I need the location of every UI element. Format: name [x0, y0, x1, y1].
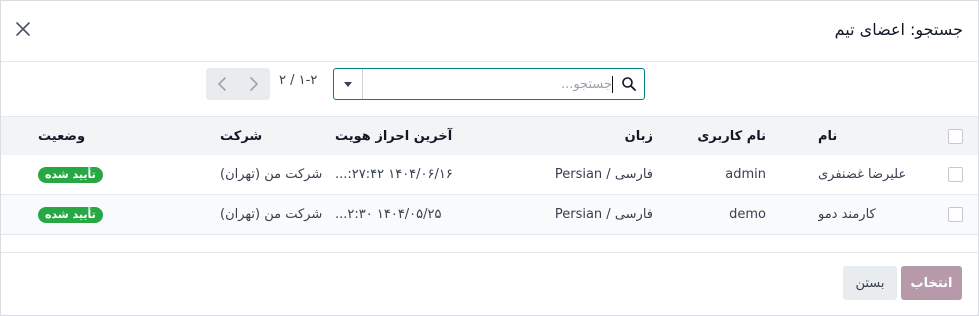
search-input[interactable]: [364, 70, 616, 98]
column-header-status[interactable]: وضعیت: [38, 117, 158, 155]
cell-company: شرکت من (تهران): [220, 167, 323, 182]
close-icon[interactable]: [13, 19, 33, 39]
column-header-last-login[interactable]: آخرین احراز هویت: [335, 117, 475, 155]
search-box: [333, 68, 645, 100]
records-table: نام نام کاربری زبان آخرین احراز هویت شرک…: [1, 116, 978, 253]
table-header: نام نام کاربری زبان آخرین احراز هویت شرک…: [1, 117, 978, 156]
cell-last-login: ۱۴۰۴/۰۶/۱۶ ۲۷:۴۲:...: [335, 155, 475, 194]
cell-language: Persian / فارسی: [554, 167, 653, 182]
row-checkbox[interactable]: [948, 167, 963, 182]
cell-status: تأیید شده: [38, 155, 158, 194]
cell-name: کارمند دمو: [818, 207, 876, 222]
search-options-toggle[interactable]: [334, 69, 363, 99]
cell-name: علیرضا غضنفری: [818, 167, 907, 182]
column-header-language[interactable]: زبان: [503, 117, 653, 155]
dialog-footer: انتخاب بستن: [1, 252, 978, 315]
search-dialog: جستجو: اعضای تیم ۱-۲ / ۲: [0, 0, 979, 316]
table-row[interactable]: کارمند دمو demo Persian / فارسی ۱۴۰۴/۰۵/…: [1, 195, 978, 235]
cell-last-login: ۱۴۰۴/۰۵/۲۵ ۲:۳۰...: [335, 195, 475, 234]
select-all-checkbox[interactable]: [948, 129, 963, 144]
status-badge: تأیید شده: [38, 206, 103, 223]
select-button[interactable]: انتخاب: [901, 266, 962, 300]
cell-username: admin: [725, 167, 766, 182]
row-checkbox[interactable]: [948, 207, 963, 222]
pager-value[interactable]: ۱-۲ / ۲: [279, 73, 317, 88]
pager-buttons: [206, 68, 270, 100]
chevron-left-icon[interactable]: [206, 68, 238, 100]
cell-last-login-text: ۱۴۰۴/۰۵/۲۵ ۲:۳۰...: [335, 207, 442, 222]
search-icon[interactable]: [621, 76, 637, 92]
control-panel: ۱-۲ / ۲: [1, 61, 978, 115]
column-header-username[interactable]: نام کاربری: [646, 117, 766, 155]
chevron-right-icon[interactable]: [238, 68, 270, 100]
column-header-name[interactable]: نام: [818, 117, 938, 155]
cell-company: شرکت من (تهران): [220, 207, 323, 222]
cell-username: demo: [729, 207, 766, 222]
column-header-company[interactable]: شرکت: [220, 117, 340, 155]
cell-language: Persian / فارسی: [554, 207, 653, 222]
table-row[interactable]: علیرضا غضنفری admin Persian / فارسی ۱۴۰۴…: [1, 155, 978, 195]
dialog-header: جستجو: اعضای تیم: [1, 1, 978, 62]
text-cursor: [612, 76, 613, 93]
status-badge: تأیید شده: [38, 166, 103, 183]
close-button[interactable]: بستن: [843, 266, 897, 300]
caret-down-icon: [344, 82, 352, 87]
cell-last-login-text: ۱۴۰۴/۰۶/۱۶ ۲۷:۴۲:...: [335, 167, 453, 182]
cell-status: تأیید شده: [38, 195, 158, 234]
dialog-title: جستجو: اعضای تیم: [834, 20, 963, 39]
